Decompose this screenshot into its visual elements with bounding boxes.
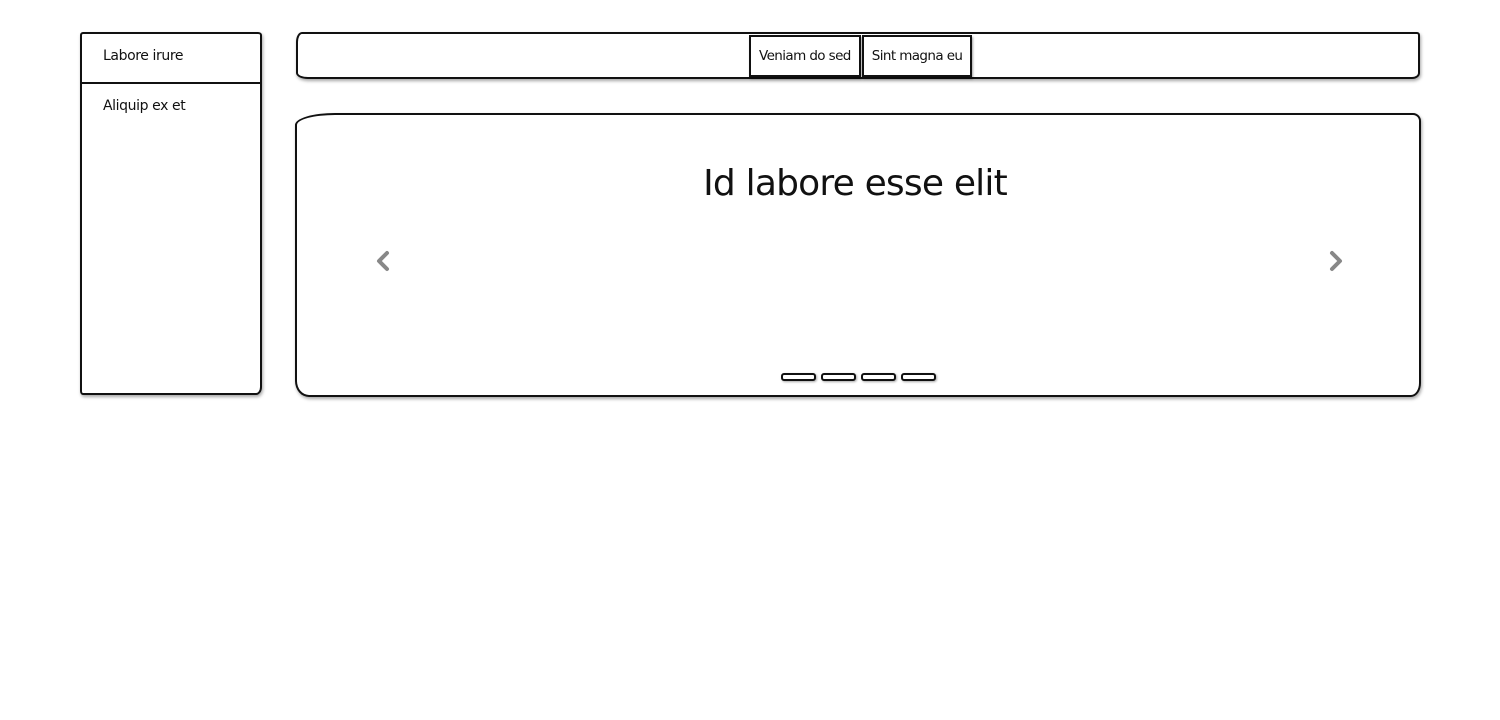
sidebar-item-aliquip-ex-et[interactable]: Aliquip ex et [82, 84, 260, 134]
carousel-indicator-1[interactable] [781, 373, 816, 381]
chevron-left-icon [377, 251, 389, 271]
sidebar-item-label: Aliquip ex et [103, 98, 186, 114]
sidebar-item-labore-irure[interactable]: Labore irure [82, 34, 260, 84]
carousel-indicator-4[interactable] [901, 373, 936, 381]
carousel-title-text: Id labore esse elit [703, 163, 1008, 204]
carousel-next-button[interactable] [1322, 247, 1350, 275]
chevron-right-icon [1330, 251, 1342, 271]
carousel: Id labore esse elit [295, 113, 1421, 397]
button-label: Veniam do sed [759, 48, 851, 64]
top-bar: Veniam do sed Sint magna eu [296, 32, 1420, 79]
veniam-do-sed-button[interactable]: Veniam do sed [749, 35, 861, 77]
carousel-indicator-2[interactable] [821, 373, 856, 381]
carousel-prev-button[interactable] [369, 247, 397, 275]
carousel-title: Id labore esse elit [297, 163, 1419, 204]
carousel-indicator-3[interactable] [861, 373, 896, 381]
sint-magna-eu-button[interactable]: Sint magna eu [861, 35, 973, 77]
sidebar-item-label: Labore irure [103, 48, 184, 64]
carousel-indicators [781, 373, 936, 381]
sidebar: Labore irure Aliquip ex et [80, 32, 262, 395]
top-bar-button-group: Veniam do sed Sint magna eu [749, 34, 973, 77]
button-label: Sint magna eu [871, 48, 963, 64]
